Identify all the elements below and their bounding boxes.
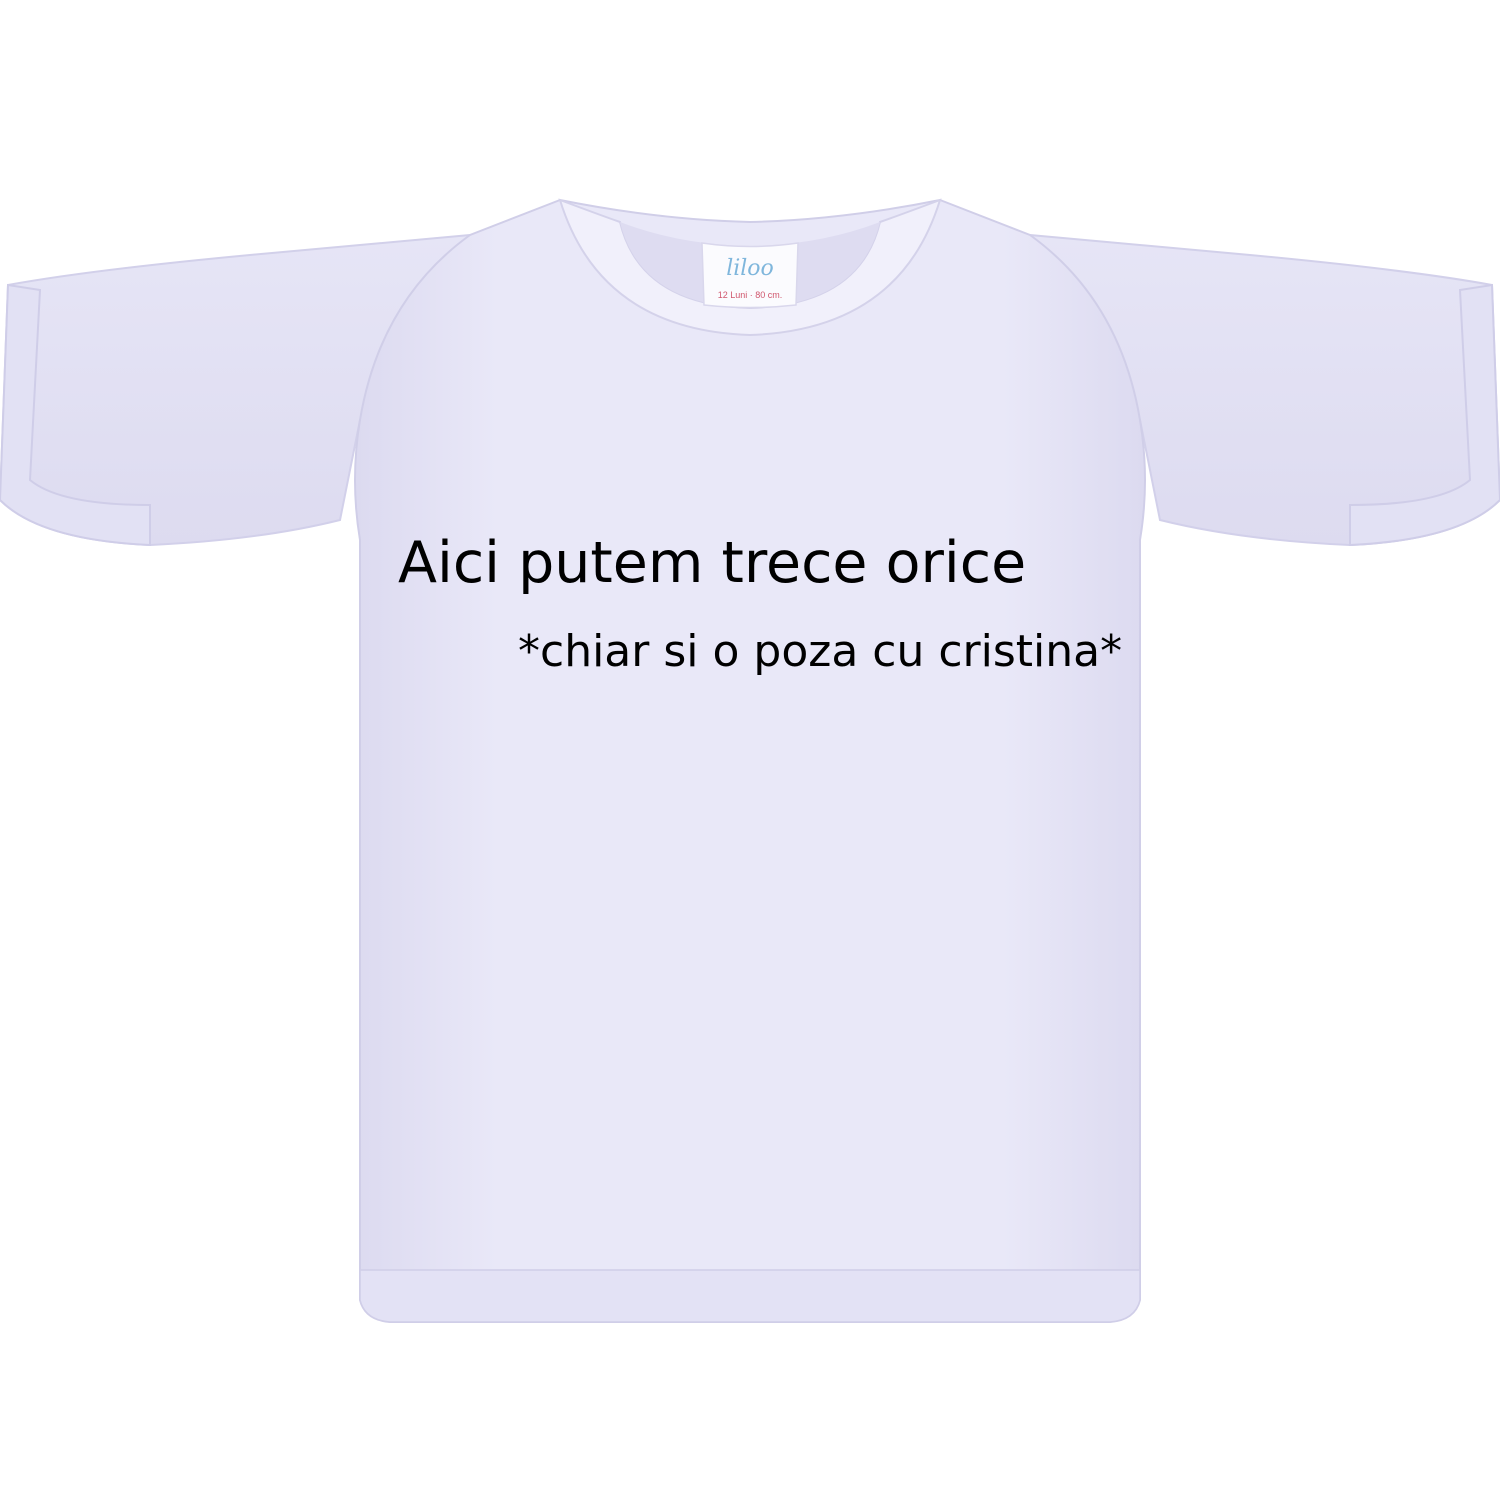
shirt-body bbox=[354, 198, 1146, 1323]
bottom-hem bbox=[359, 1269, 1141, 1323]
print-main-text: Aici putem trece orice bbox=[398, 530, 1027, 596]
label-brand: liloo bbox=[726, 256, 774, 281]
label-size: 12 Luni · 80 cm. bbox=[718, 290, 783, 300]
neck-label: liloo 12 Luni · 80 cm. bbox=[701, 242, 799, 309]
product-photo: liloo 12 Luni · 80 cm. Aici putem trece … bbox=[0, 0, 1500, 1500]
print-sub-text: *chiar si o poza cu cristina* bbox=[518, 626, 1123, 677]
t-shirt-image: liloo 12 Luni · 80 cm. bbox=[0, 198, 1500, 1323]
